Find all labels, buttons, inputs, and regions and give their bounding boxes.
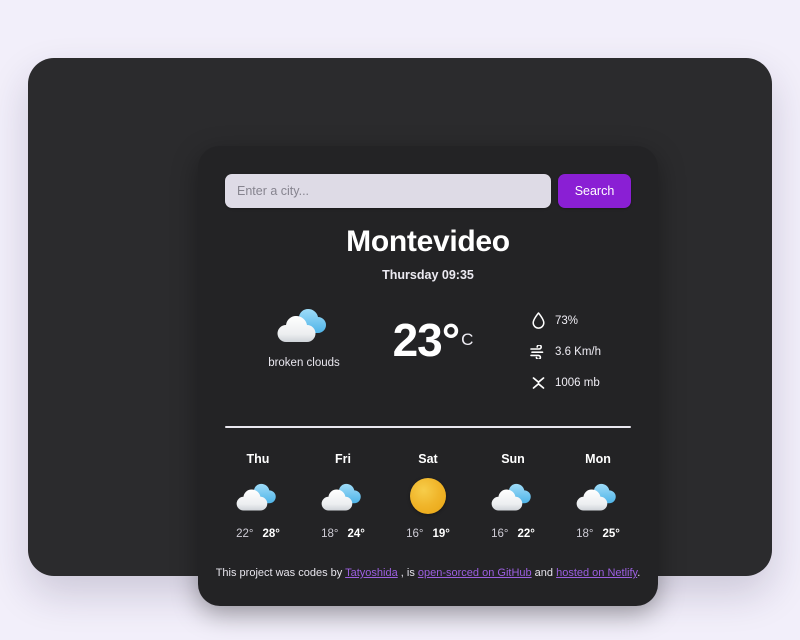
temperature-value: 23°: [392, 314, 461, 366]
stat-wind-value: 3.6 Km/h: [555, 345, 602, 358]
forecast-temp-max: 19°: [432, 528, 450, 540]
humidity-droplet-icon: [528, 311, 549, 331]
forecast-temp-max: 24°: [347, 528, 365, 540]
footer-credits: This project was codes by Tatyoshida , i…: [198, 567, 658, 579]
forecast-day-temps: 16° 19°: [388, 524, 468, 542]
stat-wind: 3.6 Km/h: [528, 336, 658, 367]
forecast-day: Mon 18° 25°: [558, 452, 638, 542]
broken-clouds-icon: [218, 472, 298, 520]
forecast-day: Sat 16° 19°: [388, 452, 468, 542]
forecast-day-temps: 22° 28°: [218, 524, 298, 542]
forecast-temp-min: 16°: [406, 528, 424, 540]
current-stats: 73% 3.6 Km/h 1006 mb: [528, 305, 658, 398]
sun-disc: [410, 478, 446, 514]
wind-icon: [528, 342, 549, 362]
forecast-day-name: Thu: [246, 452, 270, 466]
forecast-day-temps: 18° 24°: [303, 524, 383, 542]
forecast-temp-min: 22°: [236, 528, 254, 540]
broken-clouds-icon: [558, 472, 638, 520]
forecast-temp-max: 22°: [517, 528, 535, 540]
broken-clouds-icon: [473, 472, 553, 520]
current-datetime: Thursday 09:35: [382, 268, 474, 282]
pressure-icon: [528, 373, 549, 393]
weather-card: Search Montevideo Thursday 09:35: [198, 146, 658, 606]
stat-humidity-value: 73%: [555, 314, 579, 327]
stat-pressure: 1006 mb: [528, 367, 658, 398]
footer-link-netlify[interactable]: hosted on Netlify: [556, 567, 637, 579]
stat-pressure-value: 1006 mb: [555, 376, 600, 389]
clear-sun-icon: [388, 472, 468, 520]
forecast-day: Thu 22° 28°: [218, 452, 298, 542]
search-bar: Search: [225, 174, 631, 208]
condition-description: broken clouds: [268, 357, 340, 369]
forecast-temp-min: 18°: [321, 528, 339, 540]
section-divider: [225, 426, 631, 428]
forecast-day-temps: 18° 25°: [558, 524, 638, 542]
app-page: Search Montevideo Thursday 09:35: [0, 0, 800, 640]
outer-frame: Search Montevideo Thursday 09:35: [28, 58, 772, 606]
footer-text-3: and: [531, 567, 557, 579]
broken-clouds-icon: [226, 301, 382, 352]
temperature-unit: C: [461, 330, 474, 349]
forecast-day-name: Fri: [335, 452, 351, 466]
forecast-day-name: Sat: [418, 452, 438, 466]
forecast-day-name: Sun: [501, 452, 525, 466]
broken-clouds-icon: [303, 472, 383, 520]
footer-link-github[interactable]: open-sorced on GitHub: [418, 567, 532, 579]
footer-text-4: .: [637, 567, 641, 579]
forecast-day: Fri 18° 24°: [303, 452, 383, 542]
footer-text-1: This project was codes by: [215, 567, 346, 579]
footer-link-author[interactable]: Tatyoshida: [345, 567, 398, 579]
forecast-temp-min: 16°: [491, 528, 509, 540]
current-conditions: broken clouds 23° C 73% 3.6 Km/h 1006 mb: [198, 301, 658, 401]
city-name: Montevideo: [346, 225, 510, 258]
footer-text-2: , is: [397, 567, 418, 579]
forecast-temp-max: 25°: [602, 528, 620, 540]
forecast-temp-max: 28°: [262, 528, 280, 540]
forecast-row: Thu 22° 28° Fri 18° 24° Sat 16° 19° Sun …: [218, 452, 638, 542]
forecast-day-name: Mon: [585, 452, 611, 466]
stat-humidity: 73%: [528, 305, 658, 336]
search-input[interactable]: [225, 174, 551, 208]
current-temperature: 23° C: [363, 313, 503, 367]
forecast-day: Sun 16° 22°: [473, 452, 553, 542]
forecast-temp-min: 18°: [576, 528, 594, 540]
current-condition-summary: broken clouds: [226, 301, 382, 369]
search-button[interactable]: Search: [558, 174, 631, 208]
forecast-day-temps: 16° 22°: [473, 524, 553, 542]
